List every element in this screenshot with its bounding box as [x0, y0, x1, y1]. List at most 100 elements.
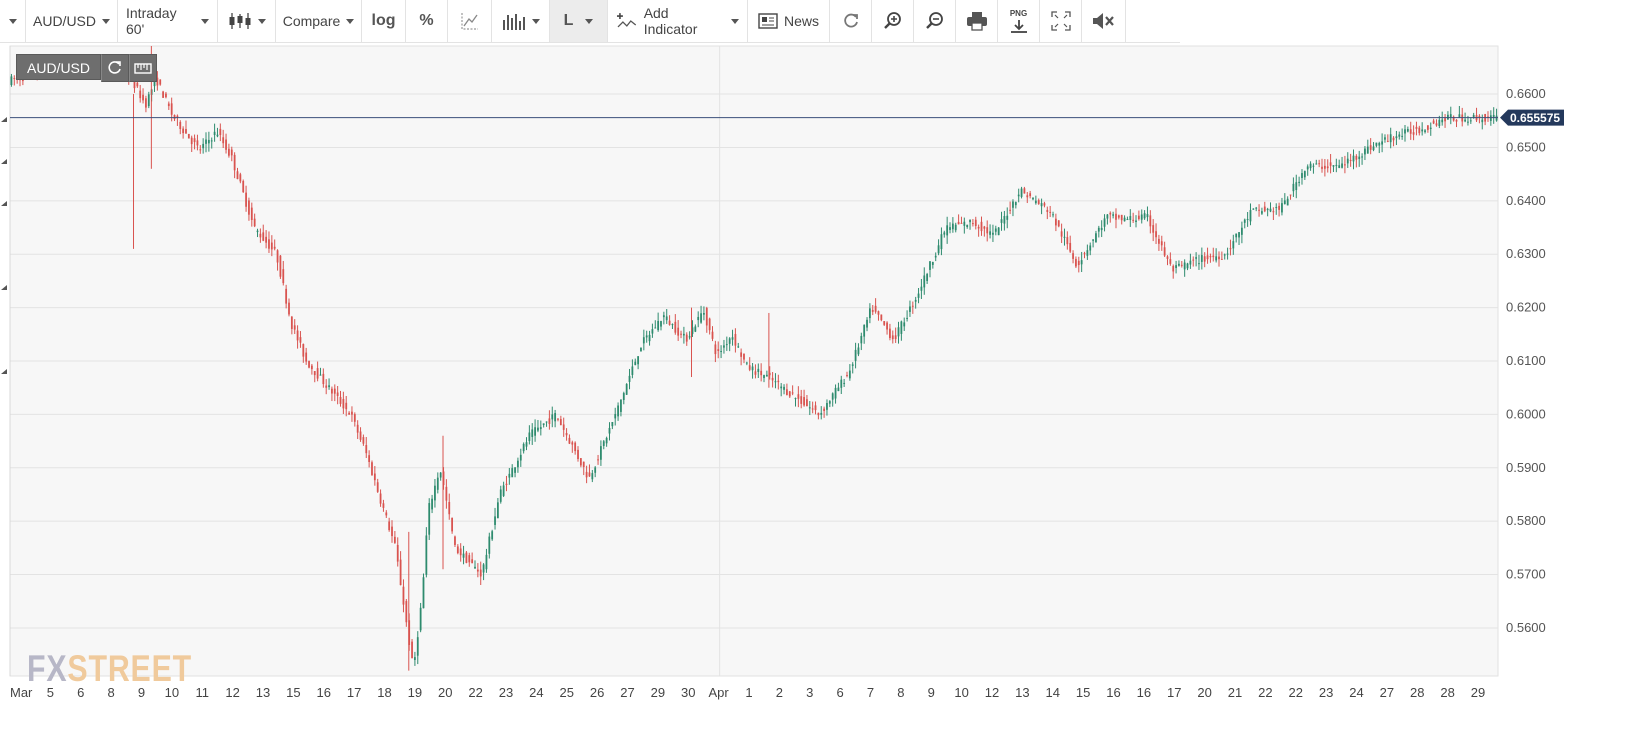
- log-scale-button[interactable]: log: [362, 0, 406, 42]
- x-tick-label: 20: [438, 685, 452, 700]
- zoom-in-icon: [883, 12, 901, 29]
- interval-selector[interactable]: Intraday 60': [118, 0, 218, 42]
- price-chart[interactable]: 0.5600 0.5700 0.5800 0.5900 0.6000 0.6100 0.62…: [0, 44, 1648, 748]
- candle-body: [585, 471, 588, 478]
- add-indicator-button[interactable]: Add Indicator: [608, 0, 748, 42]
- candle-body: [1083, 253, 1086, 255]
- candle-body: [459, 548, 462, 556]
- candle-body: [840, 379, 843, 388]
- candle-body: [1309, 163, 1312, 169]
- candle-body: [331, 388, 333, 394]
- candle-body: [285, 288, 288, 304]
- zoom-out-button[interactable]: [914, 0, 956, 42]
- candle-body: [625, 383, 628, 395]
- candle-body: [1109, 212, 1112, 215]
- x-tick-label: 13: [1015, 685, 1029, 700]
- candle-body: [290, 316, 293, 329]
- candle-body: [1392, 137, 1395, 141]
- candle-body: [1200, 255, 1203, 262]
- candle-body: [894, 335, 897, 340]
- line-style-button[interactable]: L: [550, 0, 608, 42]
- candle-body: [940, 234, 943, 250]
- candle-body: [1106, 214, 1109, 219]
- candle-body: [748, 365, 751, 370]
- candle-body: [946, 225, 949, 236]
- chart-symbol-badge: AUD/USD: [16, 54, 158, 82]
- mute-button[interactable]: [1082, 0, 1126, 42]
- candle-body: [823, 408, 826, 411]
- axis-marker: [1, 117, 7, 122]
- candle-body: [1198, 263, 1200, 265]
- candle-body: [479, 569, 482, 577]
- x-tick-label: 14: [1046, 685, 1060, 700]
- candle-body: [316, 368, 319, 379]
- candle-body: [1046, 209, 1049, 212]
- candle-body: [1166, 256, 1169, 259]
- symbol-selector[interactable]: AUD/USD: [26, 0, 118, 42]
- candle-body: [185, 129, 187, 134]
- reset-chart-button[interactable]: [101, 54, 130, 82]
- x-tick-label: 28: [1440, 685, 1454, 700]
- candle-body: [980, 221, 983, 232]
- fullscreen-button[interactable]: [1040, 0, 1082, 42]
- candle-body: [963, 221, 966, 226]
- candle-body: [806, 399, 808, 407]
- refresh-button[interactable]: [830, 0, 872, 42]
- print-button[interactable]: [956, 0, 998, 42]
- candle-body: [1421, 129, 1424, 132]
- candle-body: [1298, 181, 1301, 183]
- candle-body: [476, 569, 479, 572]
- candle-body: [216, 134, 219, 137]
- candle-body: [474, 566, 476, 569]
- zoom-in-button[interactable]: [872, 0, 914, 42]
- candle-body: [1146, 214, 1149, 218]
- candle-body: [1189, 260, 1192, 265]
- candle-body: [1120, 214, 1123, 221]
- candle-body: [923, 275, 926, 288]
- candle-body: [1140, 214, 1143, 220]
- chart-type-button[interactable]: [218, 0, 276, 42]
- candle-body: [1335, 164, 1338, 166]
- compare-button[interactable]: Compare: [276, 0, 362, 42]
- candle-body: [1447, 114, 1449, 120]
- candle-body: [1218, 256, 1220, 260]
- png-export-button[interactable]: PNG: [998, 0, 1040, 42]
- candle-body: [737, 346, 740, 348]
- candle-body: [866, 319, 868, 328]
- candle-body: [399, 559, 402, 586]
- candle-body: [1266, 208, 1269, 211]
- candle-body: [1123, 217, 1126, 222]
- candle-body: [886, 322, 888, 330]
- chart-settings-button[interactable]: [129, 54, 158, 82]
- news-button[interactable]: News: [748, 0, 830, 42]
- candle-body: [883, 321, 886, 325]
- candle-body: [471, 559, 474, 564]
- candle-body: [1366, 146, 1369, 154]
- menu-dropdown-button[interactable]: [0, 0, 26, 42]
- candle-body: [1160, 241, 1163, 246]
- candle-body: [660, 321, 662, 327]
- candle-body: [1226, 253, 1229, 255]
- candle-body: [1115, 213, 1117, 220]
- drawing-tools-button[interactable]: [448, 0, 492, 42]
- candle-body: [937, 245, 940, 254]
- candle-body: [1389, 134, 1392, 143]
- percent-scale-button[interactable]: %: [406, 0, 448, 42]
- refresh-icon: [108, 61, 121, 74]
- candle-body: [1103, 218, 1106, 227]
- last-price-label: 0.655575: [1510, 111, 1560, 125]
- candle-body: [1281, 203, 1283, 213]
- candle-body: [728, 338, 731, 344]
- volume-button[interactable]: [492, 0, 550, 42]
- candle-body: [222, 137, 225, 144]
- candle-body: [934, 255, 937, 258]
- candle-body: [774, 381, 777, 383]
- candle-body: [851, 364, 854, 366]
- candle-body: [414, 657, 416, 660]
- candle-body: [173, 114, 176, 120]
- candle-body: [974, 219, 977, 226]
- candle-body: [994, 228, 997, 232]
- y-tick-label: 0.6600: [1506, 86, 1546, 101]
- candle-body: [182, 128, 185, 134]
- candle-body: [1435, 123, 1438, 126]
